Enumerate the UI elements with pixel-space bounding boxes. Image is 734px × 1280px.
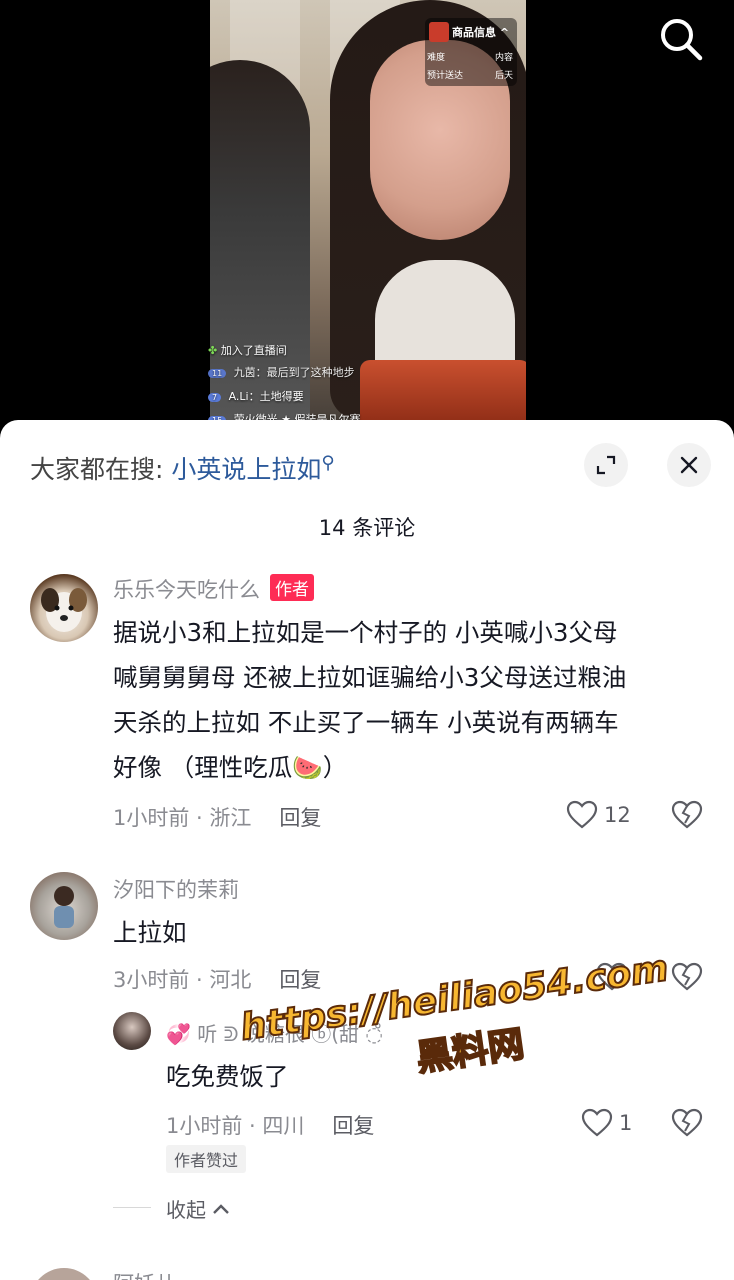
comment-text[interactable]: 上拉如: [113, 910, 187, 955]
heart-icon: [581, 1108, 613, 1137]
live-chat-message: 7 A.Li：土地得要: [208, 388, 304, 404]
comment-line: 据说小3和上拉如是一个村子的 小英喊小3父母: [113, 618, 618, 647]
product-info-title: 商品信息 ^: [452, 26, 510, 39]
live-chat-message: 11 九茵：最后到了这种地步: [208, 364, 355, 380]
comment-line: 喊舅舅舅母 还被上拉如诓骗给小3父母送过粮油: [113, 663, 627, 692]
avatar[interactable]: [30, 1268, 98, 1280]
reply-time-location: 1小时前 · 四川: [166, 1114, 305, 1138]
hot-search-bar[interactable]: 大家都在搜: 小英说上拉如⚲: [30, 450, 335, 486]
reply-meta: 1小时前 · 四川 回复: [166, 1110, 374, 1140]
reply-button[interactable]: 回复: [279, 968, 321, 992]
expand-button[interactable]: [584, 443, 628, 487]
product-row-1: 难度 内容: [427, 50, 513, 63]
hot-search-label: 大家都在搜:: [30, 455, 164, 484]
comment-username[interactable]: 阿妖儿: [113, 1268, 176, 1280]
comment-username[interactable]: 汐阳下的茉莉: [113, 874, 239, 904]
live-chat-text: 加入了直播间: [220, 344, 287, 357]
dog-avatar-icon: [41, 588, 87, 632]
search-icon: [661, 19, 703, 61]
dislike-button[interactable]: [671, 800, 703, 834]
comment-line: 天杀的上拉如 不止买了一辆车 小英说有两辆车: [113, 708, 619, 737]
live-chat-text: A.Li：土地得要: [228, 390, 304, 403]
like-count: 12: [604, 803, 631, 827]
avatar[interactable]: [30, 574, 98, 642]
person-left-image: [210, 60, 310, 440]
username-text[interactable]: 乐乐今天吃什么: [113, 578, 260, 602]
collapse-divider: [113, 1207, 151, 1208]
live-chat-message: ✤ 加入了直播间: [208, 342, 287, 358]
reply-avatar[interactable]: [113, 1012, 151, 1050]
clover-icon: ✤: [208, 344, 218, 357]
collapse-button[interactable]: 收起: [166, 1194, 230, 1223]
hot-search-term[interactable]: 小英说上拉如: [171, 455, 321, 484]
level-badge: 7: [208, 393, 222, 402]
comment-username[interactable]: 乐乐今天吃什么 作者: [113, 574, 314, 604]
author-badge: 作者: [270, 574, 314, 601]
comment-text[interactable]: 据说小3和上拉如是一个村子的 小英喊小3父母 喊舅舅舅母 还被上拉如诓骗给小3父…: [113, 610, 713, 790]
broken-heart-icon: [671, 962, 703, 991]
author-liked-tag: 作者赞过: [166, 1145, 247, 1173]
dislike-button[interactable]: [671, 1108, 703, 1142]
user-avatar-icon: [54, 886, 74, 928]
comment-line: 好像 （理性吃瓜🍉）: [113, 753, 348, 782]
live-chat-text: 九茵：最后到了这种地步: [233, 366, 355, 379]
like-button[interactable]: 12: [566, 800, 631, 830]
close-icon: [680, 456, 698, 474]
search-button[interactable]: [656, 14, 706, 64]
expand-icon: [596, 455, 616, 475]
product-row-1-right: 内容: [494, 53, 513, 63]
reply-button[interactable]: 回复: [279, 806, 321, 830]
product-row-2: 预计送达 后天: [427, 68, 513, 81]
product-row-2-left: 预计送达: [427, 71, 464, 81]
comment-count-title: 14 条评论: [318, 516, 416, 540]
product-row-2-right: 后天: [494, 71, 513, 81]
comment-time-location: 1小时前 · 浙江: [113, 806, 252, 830]
like-button[interactable]: 1: [581, 1108, 632, 1138]
live-video-area[interactable]: 商品信息 ^ 难度 内容 预计送达 后天 ✤ 加入了直播间 11 九茵：最后到了…: [0, 0, 734, 440]
broken-heart-icon: [671, 800, 703, 829]
product-thumbnail: [429, 22, 449, 42]
product-info-tag[interactable]: 商品信息 ^ 难度 内容 预计送达 后天: [425, 18, 517, 86]
product-row-1-left: 难度: [427, 53, 446, 63]
collapse-label: 收起: [166, 1198, 206, 1222]
dislike-button[interactable]: [671, 962, 703, 996]
comment-sheet: 大家都在搜: 小英说上拉如⚲ 14 条评论 乐乐今天吃什么 作者 据说小3和上拉如…: [0, 420, 734, 1280]
heart-icon: [566, 800, 598, 829]
reply-text[interactable]: 吃免费饭了: [166, 1054, 289, 1099]
avatar[interactable]: [30, 872, 98, 940]
broken-heart-icon: [671, 1108, 703, 1137]
comment-meta: 3小时前 · 河北 回复: [113, 964, 321, 994]
like-count: 1: [619, 1111, 633, 1135]
comment-meta: 1小时前 · 浙江 回复: [113, 802, 321, 832]
reply-button[interactable]: 回复: [332, 1114, 374, 1138]
comment-time-location: 3小时前 · 河北: [113, 968, 252, 992]
level-badge: 11: [208, 369, 227, 378]
chevron-up-icon: [213, 1204, 230, 1214]
close-button[interactable]: [667, 443, 711, 487]
search-icon: ⚲: [321, 452, 335, 474]
